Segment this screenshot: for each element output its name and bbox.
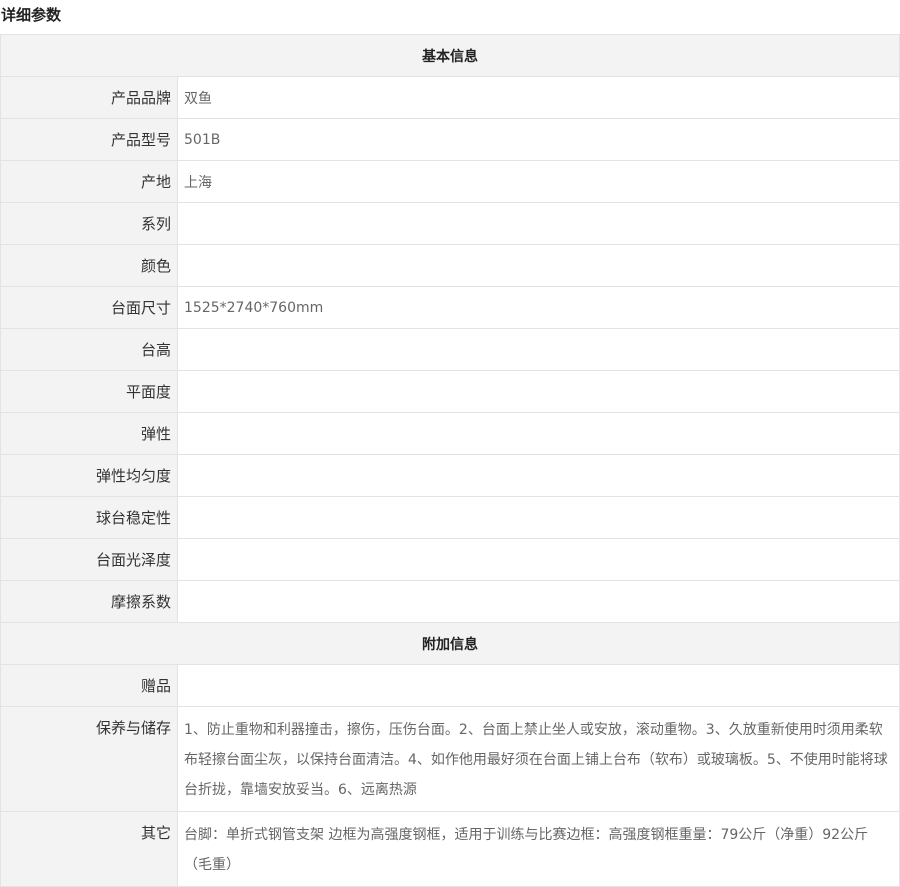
- row-label: 弹性: [0, 412, 178, 455]
- row-value: [177, 202, 900, 245]
- row-value: 501B: [177, 118, 900, 161]
- row-value: [177, 664, 900, 707]
- table-row: 其它 台脚：单折式钢管支架 边框为高强度钢框，适用于训练与比赛边框：高强度钢框重…: [0, 811, 900, 887]
- table-row: 颜色: [0, 244, 900, 287]
- row-value: [177, 580, 900, 623]
- row-value: [177, 454, 900, 497]
- row-value: 双鱼: [177, 76, 900, 119]
- row-value: [177, 370, 900, 413]
- section-header-row: 附加信息: [0, 622, 900, 665]
- table-row: 台面尺寸 1525*2740*760mm: [0, 286, 900, 329]
- row-label: 颜色: [0, 244, 178, 287]
- row-label: 台高: [0, 328, 178, 371]
- row-value: 台脚：单折式钢管支架 边框为高强度钢框，适用于训练与比赛边框：高强度钢框重量：7…: [177, 811, 900, 887]
- row-label: 系列: [0, 202, 178, 245]
- table-row: 产品型号 501B: [0, 118, 900, 161]
- table-row: 弹性: [0, 412, 900, 455]
- row-label: 台面尺寸: [0, 286, 178, 329]
- page-title: 详细参数: [1, 6, 62, 24]
- table-row: 产地 上海: [0, 160, 900, 203]
- table-row: 平面度: [0, 370, 900, 413]
- table-row: 台面光泽度: [0, 538, 900, 581]
- row-label: 球台稳定性: [0, 496, 178, 539]
- row-value: 1525*2740*760mm: [177, 286, 900, 329]
- row-label: 产品品牌: [0, 76, 178, 119]
- row-label: 产品型号: [0, 118, 178, 161]
- table-row: 产品品牌 双鱼: [0, 76, 900, 119]
- row-value: [177, 412, 900, 455]
- row-label: 弹性均匀度: [0, 454, 178, 497]
- row-label: 赠品: [0, 664, 178, 707]
- spec-table: 基本信息 产品品牌 双鱼 产品型号 501B 产地 上海 系列 颜色 台面尺寸 …: [0, 34, 900, 887]
- table-row: 摩擦系数: [0, 580, 900, 623]
- row-value: [177, 328, 900, 371]
- table-row: 保养与储存 1、防止重物和利器撞击，擦伤，压伤台面。2、台面上禁止坐人或安放，滚…: [0, 706, 900, 812]
- row-label: 产地: [0, 160, 178, 203]
- table-row: 系列: [0, 202, 900, 245]
- row-value: [177, 244, 900, 287]
- row-value: 上海: [177, 160, 900, 203]
- table-row: 弹性均匀度: [0, 454, 900, 497]
- row-value: [177, 538, 900, 581]
- section-heading-additional: 附加信息: [0, 622, 900, 665]
- row-label: 摩擦系数: [0, 580, 178, 623]
- row-label: 平面度: [0, 370, 178, 413]
- row-value: [177, 496, 900, 539]
- table-row: 台高: [0, 328, 900, 371]
- row-label: 其它: [0, 811, 178, 887]
- table-row: 球台稳定性: [0, 496, 900, 539]
- row-label: 保养与储存: [0, 706, 178, 812]
- table-row: 赠品: [0, 664, 900, 707]
- row-value: 1、防止重物和利器撞击，擦伤，压伤台面。2、台面上禁止坐人或安放，滚动重物。3、…: [177, 706, 900, 812]
- section-heading-basic: 基本信息: [0, 34, 900, 77]
- section-header-row: 基本信息: [0, 34, 900, 77]
- row-label: 台面光泽度: [0, 538, 178, 581]
